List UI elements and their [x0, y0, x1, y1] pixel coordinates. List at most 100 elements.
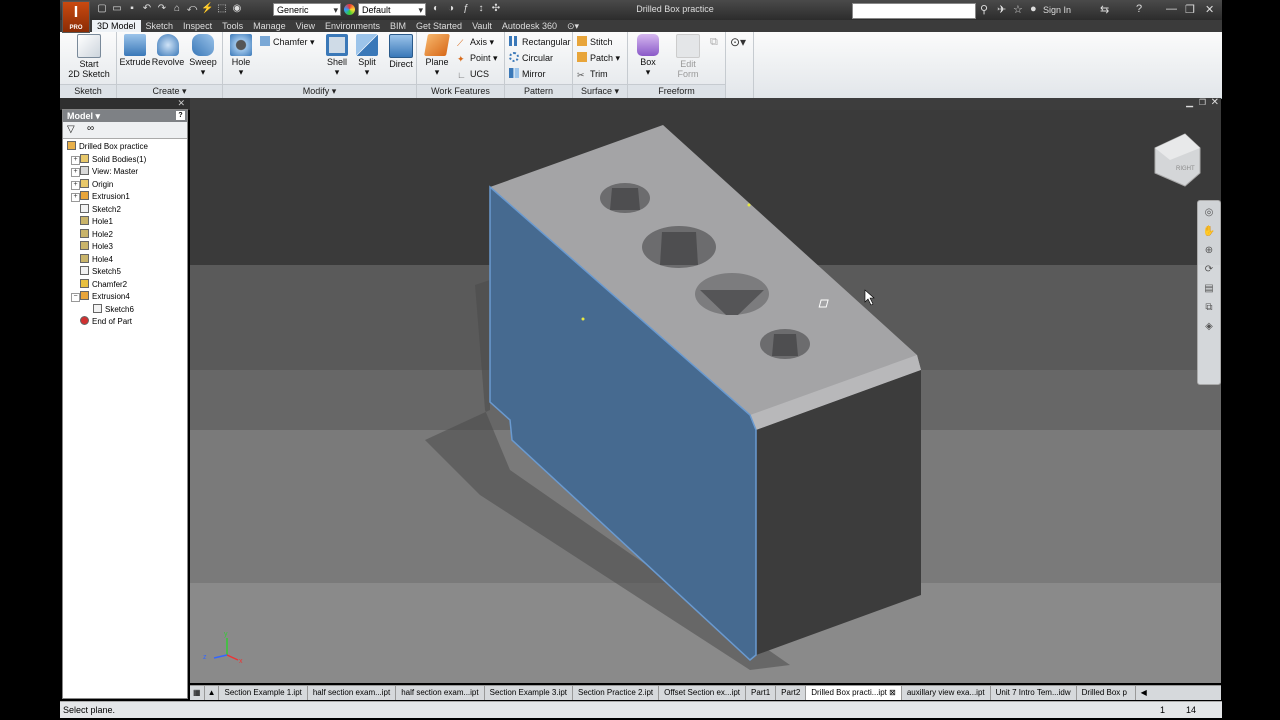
look-at-icon[interactable]: ▤ — [1201, 282, 1217, 296]
new-icon[interactable]: ▢ — [96, 3, 108, 15]
graphics-viewport[interactable]: RIGHT y x z — [190, 110, 1221, 683]
binoculars-icon[interactable]: ⚲ — [980, 3, 988, 16]
doc-tab-11[interactable]: Unit 7 Intro Tem...idw — [991, 686, 1077, 700]
minimize-window-button[interactable]: — — [1166, 3, 1177, 15]
doc-tab-6[interactable]: Offset Section ex...ipt — [659, 686, 747, 700]
plane-dropdown-icon[interactable]: ▾ — [421, 67, 453, 78]
doc-tab-3[interactable]: half section exam...ipt — [396, 686, 485, 700]
doc-tab-5[interactable]: Section Practice 2.ipt — [573, 686, 660, 700]
redo-icon[interactable]: ↷ — [156, 3, 168, 15]
return-icon[interactable]: ⤺ — [186, 3, 198, 15]
pan-icon[interactable]: ✣ — [490, 3, 502, 15]
tab-3d-model[interactable]: 3D Model — [92, 20, 141, 32]
appearance-select[interactable]: Default — [358, 3, 426, 17]
surface-group-label[interactable]: Surface ▾ — [573, 84, 627, 98]
tab-list-icon[interactable]: ▲ — [205, 686, 220, 700]
modify-group-label[interactable]: Modify ▾ — [223, 84, 416, 98]
tree-expander[interactable]: − — [71, 293, 80, 302]
clear-appearance-icon[interactable]: ◐ — [430, 3, 442, 15]
hole-button[interactable]: Hole ▾ — [227, 34, 255, 78]
tree-item[interactable]: Extrusion4 — [80, 291, 130, 303]
extrude-button[interactable]: Extrude — [119, 34, 151, 67]
tree-expander[interactable]: + — [71, 168, 80, 177]
view-face-icon[interactable]: ◈ — [1201, 320, 1217, 334]
box-dropdown-icon[interactable]: ▾ — [632, 67, 664, 78]
sweep-dropdown-icon[interactable]: ▾ — [187, 67, 219, 78]
split-dropdown-icon[interactable]: ▾ — [353, 67, 381, 78]
tree-item[interactable]: Drilled Box practice — [67, 141, 148, 153]
ribbon-options-icon[interactable]: ⊙▾ — [562, 20, 584, 32]
restore-window-button[interactable]: ❐ — [1185, 3, 1195, 16]
tree-item[interactable]: Extrusion1 — [80, 191, 130, 203]
material-select[interactable]: Generic — [273, 3, 341, 17]
tab-inspect[interactable]: Inspect — [178, 20, 217, 32]
orbit-icon[interactable]: ⟳ — [1201, 263, 1217, 277]
stitch-button[interactable]: Stitch — [577, 35, 613, 49]
browser-help-icon[interactable]: ? — [176, 111, 185, 120]
subscription-icon[interactable]: ✈ — [997, 3, 1006, 16]
viewport-restore-button[interactable]: ❐ — [1199, 98, 1206, 107]
rectangular-pattern-button[interactable]: Rectangular — [509, 35, 571, 49]
sweep-button[interactable]: Sweep ▾ — [187, 34, 219, 78]
tab-vault[interactable]: Vault — [467, 20, 497, 32]
tab-bim[interactable]: BIM — [385, 20, 411, 32]
tree-item[interactable]: Sketch5 — [80, 266, 121, 278]
doc-tab-9-active[interactable]: Drilled Box practi...ipt ⊠ — [806, 686, 902, 700]
model-browser-header[interactable]: Model ▾ ? — [63, 110, 187, 122]
tree-item[interactable]: Hole4 — [80, 253, 113, 266]
tree-item[interactable]: Hole3 — [80, 241, 113, 253]
tree-item[interactable]: Chamfer2 — [80, 278, 127, 291]
select-icon[interactable]: ⬚ — [216, 3, 228, 15]
steering-wheel-icon[interactable]: ◎ — [1201, 206, 1217, 220]
viewport-close-button[interactable]: ✕ — [1211, 97, 1219, 108]
convert-icon[interactable]: ⧉ — [710, 36, 718, 49]
doc-tab-10[interactable]: auxillary view exa...ipt — [902, 686, 991, 700]
freeform-box-button[interactable]: Box ▾ — [632, 34, 664, 78]
user-icon[interactable]: ● — [1030, 3, 1037, 15]
open-icon[interactable]: ▭ — [111, 3, 123, 15]
zoom-all-icon[interactable]: ⧉ — [1201, 301, 1217, 315]
doc-tab-1[interactable]: Section Example 1.ipt — [219, 686, 308, 700]
find-binoculars-icon[interactable]: ∞ — [87, 123, 94, 134]
tab-autodesk-360[interactable]: Autodesk 360 — [497, 20, 562, 32]
doc-tab-12[interactable]: Drilled Box p — [1077, 686, 1136, 700]
tree-item[interactable]: Hole2 — [80, 228, 113, 241]
tab-view[interactable]: View — [291, 20, 320, 32]
tree-expander[interactable]: + — [71, 193, 80, 202]
tab-tools[interactable]: Tools — [217, 20, 248, 32]
tree-expander[interactable]: + — [71, 180, 80, 190]
chamfer-button[interactable]: Chamfer ▾ — [260, 35, 315, 49]
exchange-icon[interactable]: ⇆ — [1100, 3, 1109, 16]
pan-hand-icon[interactable]: ✋ — [1201, 225, 1217, 239]
ucs-button[interactable]: ∟ UCS — [457, 67, 489, 81]
revolve-button[interactable]: Revolve — [151, 34, 185, 67]
color-icon[interactable]: ◉ — [231, 3, 243, 15]
filter-icon[interactable]: ▽ — [67, 124, 75, 135]
doc-tab-2[interactable]: half section exam...ipt — [308, 686, 397, 700]
close-window-button[interactable]: ✕ — [1205, 3, 1214, 16]
update-icon[interactable]: ⚡ — [201, 3, 213, 15]
trim-button[interactable]: ✂ Trim — [577, 67, 608, 81]
tree-item[interactable]: Hole1 — [80, 216, 113, 228]
doc-tab-7[interactable]: Part1 — [746, 686, 777, 700]
measure-icon[interactable]: ↕ — [475, 3, 487, 15]
tree-expander[interactable]: + — [71, 155, 80, 165]
create-group-label[interactable]: Create ▾ — [117, 84, 222, 98]
tile-windows-icon[interactable]: ▦ — [190, 686, 205, 700]
viewport-minimize-button[interactable]: ▁ — [1186, 97, 1193, 108]
doc-tab-4[interactable]: Section Example 3.ipt — [485, 686, 573, 700]
parameters-icon[interactable]: ƒ — [460, 3, 472, 15]
tree-item[interactable]: Solid Bodies(1) — [80, 153, 146, 166]
favorites-icon[interactable]: ☆ — [1013, 3, 1023, 16]
tab-get-started[interactable]: Get Started — [411, 20, 467, 32]
shell-button[interactable]: Shell ▾ — [323, 34, 351, 78]
tree-item[interactable]: Sketch6 — [93, 303, 134, 316]
tree-item[interactable]: End of Part — [80, 316, 132, 328]
tab-environments[interactable]: Environments — [320, 20, 385, 32]
zoom-icon[interactable]: ⊕ — [1201, 244, 1217, 258]
save-icon[interactable]: ▪ — [126, 3, 138, 15]
split-button[interactable]: Split ▾ — [353, 34, 381, 78]
help-icon[interactable]: ? — [1136, 3, 1142, 15]
tree-item[interactable]: Origin — [80, 178, 113, 191]
undo-icon[interactable]: ↶ — [141, 3, 153, 15]
